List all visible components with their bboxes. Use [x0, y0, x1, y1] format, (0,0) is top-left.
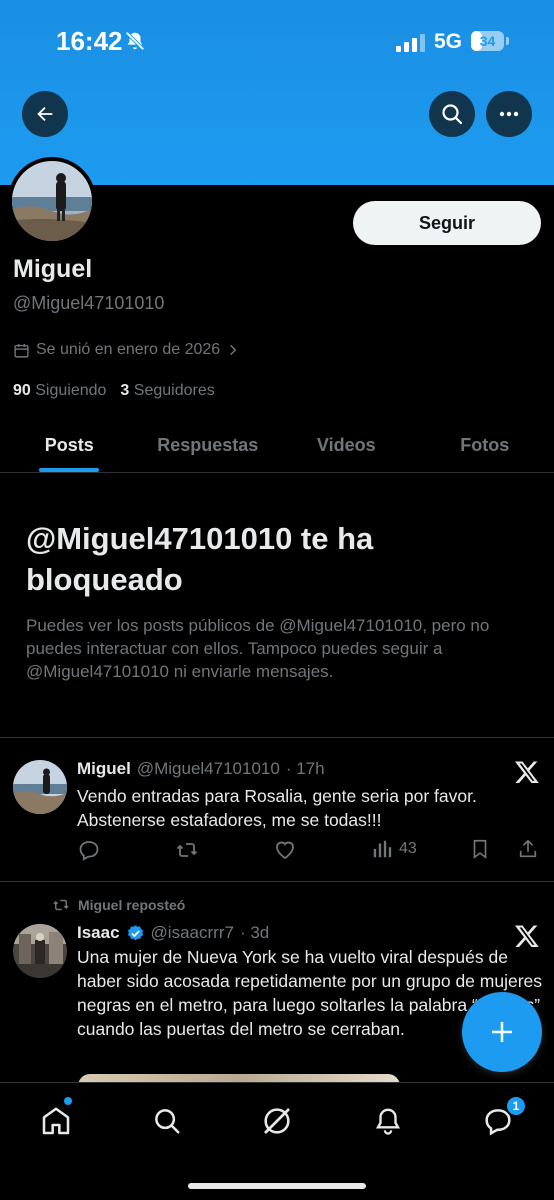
reply-button[interactable] [77, 838, 101, 862]
nav-search[interactable] [147, 1101, 187, 1141]
more-horizontal-icon [499, 111, 519, 117]
divider [0, 881, 554, 882]
nav-notifications[interactable] [368, 1101, 408, 1141]
follow-button[interactable]: Seguir [353, 201, 541, 245]
active-tab-indicator [39, 468, 100, 472]
messages-badge: 1 [505, 1095, 527, 1117]
chevron-right-icon [230, 344, 237, 356]
blocked-description: Puedes ver los posts públicos de @Miguel… [26, 616, 490, 681]
post-avatar[interactable] [13, 924, 67, 978]
tab-photos[interactable]: Fotos [416, 418, 554, 472]
views-button[interactable]: 43 [371, 838, 417, 860]
battery-level: 34 [479, 33, 496, 49]
profile-name: Miguel [13, 255, 93, 283]
profile-tabs: Posts Respuestas Videos Fotos [0, 418, 554, 473]
tab-posts[interactable]: Posts [0, 418, 139, 472]
profile-handle: @Miguel47101010 [13, 293, 165, 313]
share-button[interactable] [517, 838, 539, 860]
status-bar: 16:42 5G 34 [0, 0, 554, 80]
following-count: 90 [13, 382, 31, 399]
search-icon [155, 1109, 180, 1134]
search-icon [442, 104, 463, 125]
back-button[interactable] [22, 91, 68, 137]
post-author-name[interactable]: Isaac [77, 923, 120, 943]
tab-posts-label: Posts [44, 434, 94, 455]
new-content-dot [64, 1097, 72, 1105]
grok-icon [264, 1108, 290, 1134]
bookmark-button[interactable] [469, 838, 491, 860]
following-label: Siguiendo [35, 382, 107, 399]
joined-date[interactable]: Se unió en enero de 2026 [13, 341, 240, 359]
repost-icon [176, 843, 198, 857]
heart-icon [276, 841, 294, 860]
views-chart-icon [373, 840, 392, 858]
arrow-left-icon [37, 106, 53, 122]
repost-indicator[interactable]: Miguel reposteó [52, 896, 185, 914]
more-options-button[interactable] [486, 91, 532, 137]
views-count: 43 [399, 840, 417, 857]
home-icon [42, 1107, 70, 1135]
profile-stats: 90 Siguiendo 3 Seguidores [13, 382, 215, 400]
divider [0, 737, 554, 738]
followers-count: 3 [120, 382, 130, 399]
post-header: Isaac @isaacrrr7 · 3d [77, 923, 269, 943]
like-button[interactable] [273, 838, 297, 862]
plus-icon [492, 1022, 512, 1042]
post-avatar[interactable] [13, 760, 67, 814]
tab-videos-label: Videos [316, 434, 376, 455]
status-time: 16:42 [56, 26, 123, 56]
bell-icon [375, 1108, 401, 1135]
bookmark-icon [473, 839, 487, 859]
verified-badge-icon [127, 924, 143, 940]
post-actions: 43 [77, 838, 547, 866]
signal-icon [396, 34, 425, 52]
followers-label: Seguidores [133, 382, 215, 399]
followers-link[interactable]: 3 Seguidores [120, 382, 214, 400]
repost-button[interactable] [175, 838, 199, 862]
post-author-handle: @isaacrrr7 [150, 923, 234, 942]
post-author-name[interactable]: Miguel [77, 759, 131, 779]
network-type: 5G [434, 30, 463, 53]
repost-label: Miguel reposteó [78, 897, 186, 913]
repost-icon [53, 899, 69, 911]
post-author-handle: @Miguel47101010 [136, 759, 280, 778]
nav-grok[interactable] [257, 1101, 297, 1141]
tab-replies[interactable]: Respuestas [139, 418, 278, 472]
battery-icon: 34 [471, 31, 509, 51]
share-icon [519, 839, 537, 858]
home-indicator[interactable] [188, 1183, 366, 1189]
profile-avatar[interactable] [8, 157, 96, 245]
nav-home[interactable] [36, 1101, 76, 1141]
search-button[interactable] [429, 91, 475, 137]
tab-photos-label: Fotos [460, 434, 510, 455]
bell-off-icon [125, 31, 145, 51]
post-text: Vendo entradas para Rosalia, gente seria… [77, 786, 477, 830]
post-time: · 17h [285, 759, 325, 778]
calendar-icon [14, 343, 29, 358]
post-header: Miguel @Miguel47101010 · 17h [77, 759, 325, 779]
post-time: · 3d [239, 923, 270, 942]
joined-text: Se unió en enero de 2026 [36, 341, 221, 358]
compose-post-button[interactable] [462, 992, 542, 1072]
following-link[interactable]: 90 Siguiendo [13, 382, 106, 400]
x-logo-icon [514, 761, 539, 784]
reply-icon [79, 841, 99, 861]
blocked-title: @Miguel47101010 te ha bloqueado [26, 521, 374, 597]
tab-replies-label: Respuestas [157, 434, 259, 455]
tab-videos[interactable]: Videos [277, 418, 416, 472]
